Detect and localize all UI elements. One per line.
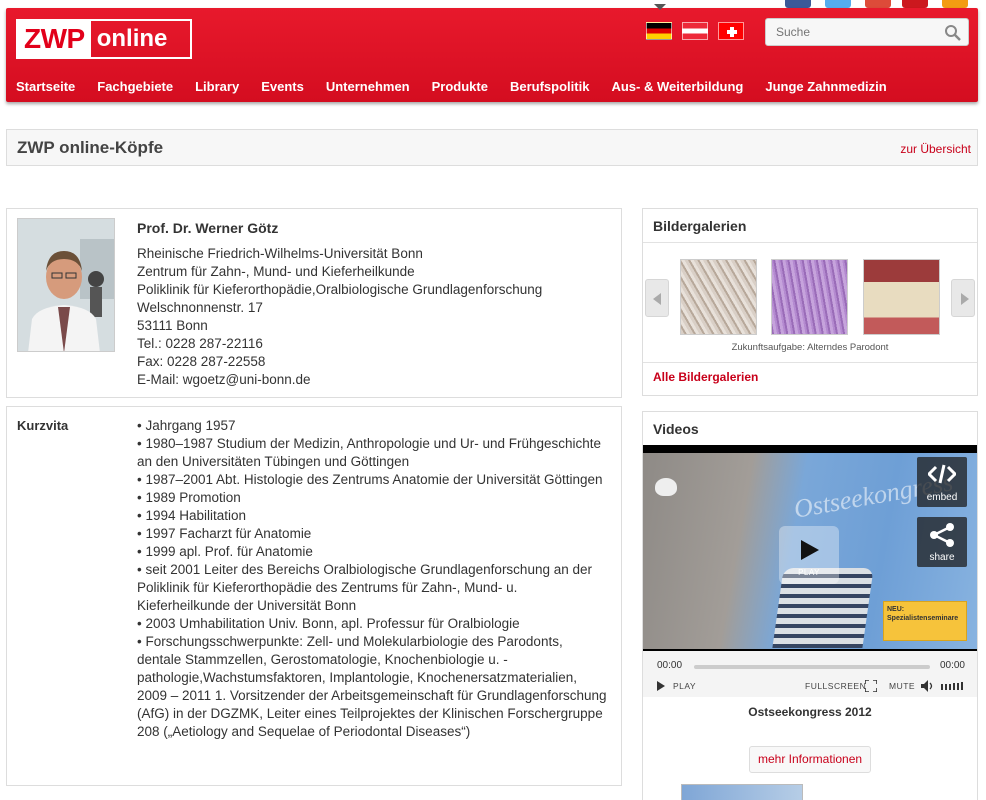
switzerland-flag-icon[interactable] — [718, 22, 744, 40]
frame-shell — [655, 478, 677, 496]
profile-address: Rheinische Friedrich-Wilhelms-Universitä… — [137, 245, 542, 389]
gallery-thumb[interactable] — [680, 259, 757, 335]
germany-flag-icon[interactable] — [646, 22, 672, 40]
search-input[interactable] — [766, 19, 936, 45]
page-title: ZWP online-Köpfe — [17, 138, 164, 157]
video-controls: 00:00 00:00 PLAY FULLSCREEN MUTE — [643, 651, 977, 697]
seek-bar[interactable] — [694, 665, 930, 669]
embed-code-icon — [928, 464, 956, 484]
main-navigation: Startseite Fachgebiete Library Events Un… — [6, 78, 898, 96]
embed-button[interactable]: embed — [917, 457, 967, 507]
zwp-online-logo[interactable]: ZWP online — [16, 19, 192, 59]
youtube-icon[interactable] — [902, 0, 928, 8]
frame-badge: NEU: Spezialistenseminare — [883, 601, 967, 641]
kurzvita-card: Kurzvita • Jahrgang 1957 • 1980–1987 Stu… — [6, 406, 622, 786]
video-play-button[interactable]: PLAY — [779, 526, 839, 584]
gallery-caption: Zukunftsaufgabe: Alterndes Parodont — [731, 342, 889, 353]
share-button[interactable]: share — [917, 517, 967, 567]
gallery-thumb[interactable] — [771, 259, 848, 335]
overview-link[interactable]: zur Übersicht — [900, 142, 971, 156]
chevron-left-icon — [653, 293, 661, 305]
site-header: ZWP online Startseite Fachgebiete Librar… — [6, 4, 978, 102]
address-line: Rheinische Friedrich-Wilhelms-Universitä… — [137, 246, 423, 261]
gallery-next-button[interactable] — [951, 279, 975, 317]
kurzvita-label: Kurzvita — [17, 418, 69, 433]
next-video-thumb[interactable] — [681, 784, 803, 800]
videos-title: Videos — [653, 421, 699, 437]
video-title: Ostseekongress 2012 — [748, 705, 872, 719]
nav-fachgebiete[interactable]: Fachgebiete — [86, 78, 184, 96]
logo-zwp: ZWP — [18, 21, 91, 57]
galleries-title: Bildergalerien — [653, 218, 747, 234]
nav-junge-zahnmedizin[interactable]: Junge Zahnmedizin — [754, 78, 897, 96]
google-plus-icon[interactable] — [865, 0, 891, 8]
portrait-image — [18, 219, 114, 351]
search-icon[interactable] — [944, 24, 962, 42]
volume-icon[interactable] — [921, 680, 935, 692]
share-label: share — [929, 552, 955, 563]
play-control[interactable]: PLAY — [673, 681, 696, 691]
country-flags — [646, 22, 744, 40]
mute-control[interactable]: MUTE — [889, 681, 915, 691]
profile-card: Prof. Dr. Werner Götz Rheinische Friedri… — [6, 208, 622, 398]
gallery-prev-button[interactable] — [645, 279, 669, 317]
share-icon — [930, 523, 954, 547]
section-title-bar: ZWP online-Köpfe zur Übersicht — [6, 129, 978, 166]
logo-online: online — [96, 25, 168, 52]
facebook-icon[interactable] — [785, 0, 811, 8]
address-line: Welschnonnenstr. 17 — [137, 300, 263, 315]
fullscreen-icon[interactable] — [865, 680, 877, 692]
small-play-icon[interactable] — [657, 681, 665, 691]
address-line: Poliklinik für Kieferorthopädie,Oralbiol… — [137, 282, 543, 297]
profile-photo — [17, 218, 115, 352]
selected-country-marker — [654, 4, 666, 10]
kurzvita-text: • Jahrgang 1957 • 1980–1987 Studium der … — [137, 418, 607, 739]
search-box — [765, 18, 969, 46]
nav-unternehmen[interactable]: Unternehmen — [315, 78, 421, 96]
chevron-right-icon — [961, 293, 969, 305]
rss-icon[interactable] — [942, 0, 968, 8]
nav-berufspolitik[interactable]: Berufspolitik — [499, 78, 600, 96]
social-icons-strip — [780, 0, 986, 8]
more-information-button[interactable]: mehr Informationen — [749, 746, 872, 773]
divider — [643, 362, 977, 363]
austria-flag-icon[interactable] — [682, 22, 708, 40]
video-frame: Ostseekongress NEU: Spezialistenseminare… — [643, 453, 977, 649]
image-galleries-panel: Bildergalerien Zukunftsaufgabe: Alternde… — [642, 208, 978, 396]
fax-line: Fax: 0228 287-22558 — [137, 354, 266, 369]
nav-produkte[interactable]: Produkte — [421, 78, 499, 96]
nav-startseite[interactable]: Startseite — [6, 78, 86, 96]
email-line[interactable]: E-Mail: wgoetz@uni-bonn.de — [137, 371, 542, 389]
play-icon — [801, 540, 819, 560]
nav-library[interactable]: Library — [184, 78, 250, 96]
address-line: Zentrum für Zahn-, Mund- und Kieferheilk… — [137, 264, 415, 279]
current-time: 00:00 — [657, 660, 683, 671]
play-label: PLAY — [798, 568, 820, 577]
volume-bar-icon[interactable] — [941, 682, 965, 690]
all-galleries-link[interactable]: Alle Bildergalerien — [653, 370, 758, 384]
nav-aus-weiterbildung[interactable]: Aus- & Weiterbildung — [600, 78, 754, 96]
duration-time: 00:00 — [939, 660, 965, 671]
videos-panel: Videos Ostseekongress NEU: Spezialistens… — [642, 411, 978, 800]
embed-label: embed — [926, 492, 958, 503]
gallery-thumb[interactable] — [863, 259, 940, 335]
profile-name: Prof. Dr. Werner Götz — [137, 220, 279, 236]
address-line: 53111 Bonn — [137, 318, 208, 333]
fullscreen-control[interactable]: FULLSCREEN — [805, 681, 866, 691]
twitter-icon[interactable] — [825, 0, 851, 8]
divider — [643, 242, 977, 243]
nav-events[interactable]: Events — [250, 78, 315, 96]
phone-line: Tel.: 0228 287-22116 — [137, 336, 263, 351]
video-player[interactable]: Ostseekongress NEU: Spezialistenseminare… — [643, 445, 977, 697]
